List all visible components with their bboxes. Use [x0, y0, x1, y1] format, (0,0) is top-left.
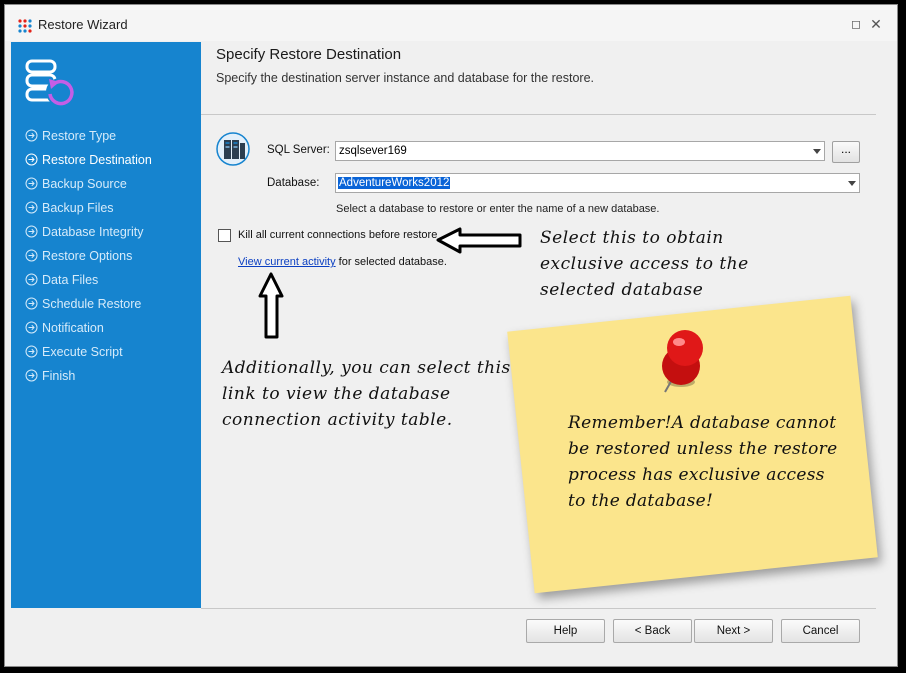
- sql-server-combo[interactable]: zsqlsever169: [335, 141, 825, 161]
- database-combo[interactable]: AdventureWorks2012: [335, 173, 860, 193]
- close-button[interactable]: ✕: [869, 17, 883, 31]
- sticky-note-text: Remember!A database cannot be restored u…: [568, 413, 838, 511]
- arrow-circle-icon: [25, 321, 38, 334]
- app-logo-icon: [18, 19, 32, 33]
- activity-suffix: for selected database.: [335, 256, 447, 268]
- header-divider: [201, 114, 876, 115]
- link-annotation: Additionally, you can select this link t…: [222, 358, 511, 430]
- database-value: AdventureWorks2012: [338, 177, 451, 189]
- window-title: Restore Wizard: [38, 17, 128, 32]
- help-button[interactable]: Help: [526, 619, 605, 643]
- database-label: Database:: [267, 177, 320, 189]
- arrow-circle-icon: [25, 249, 38, 262]
- arrow-circle-icon: [25, 225, 38, 238]
- nav-item-data-files[interactable]: Data Files: [25, 271, 152, 295]
- sql-server-icon: [216, 132, 250, 166]
- nav-label: Backup Files: [42, 201, 114, 215]
- arrow-circle-icon: [25, 201, 38, 214]
- nav-item-finish[interactable]: Finish: [25, 367, 152, 391]
- activity-row: View current activity for selected datab…: [238, 256, 447, 268]
- nav-item-notification[interactable]: Notification: [25, 319, 152, 343]
- cancel-button[interactable]: Cancel: [781, 619, 860, 643]
- nav-label: Backup Source: [42, 177, 127, 191]
- title-bar: Restore Wizard ◻ ✕: [5, 5, 897, 41]
- nav-item-restore-type[interactable]: Restore Type: [25, 127, 152, 151]
- sql-server-value: zsqlsever169: [339, 145, 407, 157]
- dropdown-arrow-icon[interactable]: [813, 149, 821, 154]
- nav-item-backup-files[interactable]: Backup Files: [25, 199, 152, 223]
- sql-server-label: SQL Server:: [267, 144, 330, 156]
- browse-server-button[interactable]: ...: [832, 141, 860, 163]
- page-title: Specify Restore Destination: [216, 46, 402, 63]
- arrow-circle-icon: [25, 297, 38, 310]
- back-button[interactable]: < Back: [613, 619, 692, 643]
- arrow-circle-icon: [25, 177, 38, 190]
- wizard-sidebar: Restore Type Restore Destination Backup …: [11, 42, 201, 608]
- checkbox-annotation: Select this to obtain exclusive access t…: [540, 228, 749, 300]
- restore-database-icon: [25, 59, 74, 106]
- view-current-activity-link[interactable]: View current activity: [238, 256, 336, 268]
- nav-label: Restore Type: [42, 129, 117, 143]
- nav-item-schedule-restore[interactable]: Schedule Restore: [25, 295, 152, 319]
- kill-connections-checkbox[interactable]: [218, 229, 231, 242]
- nav-item-restore-options[interactable]: Restore Options: [25, 247, 152, 271]
- dropdown-arrow-icon[interactable]: [848, 181, 856, 186]
- arrow-circle-icon: [25, 129, 38, 142]
- maximize-button[interactable]: ◻: [849, 17, 863, 31]
- arrow-circle-icon: [25, 273, 38, 286]
- arrow-circle-icon: [25, 345, 38, 358]
- nav-label: Data Files: [42, 273, 99, 287]
- nav-label: Restore Options: [42, 249, 133, 263]
- nav-label: Schedule Restore: [42, 297, 142, 311]
- nav-label: Finish: [42, 369, 76, 383]
- nav-label: Restore Destination: [42, 153, 152, 167]
- nav-item-restore-destination[interactable]: Restore Destination: [25, 151, 152, 175]
- nav-label: Database Integrity: [42, 225, 144, 239]
- database-hint: Select a database to restore or enter th…: [336, 203, 660, 215]
- arrow-circle-icon: [25, 153, 38, 166]
- page-subtitle: Specify the destination server instance …: [216, 71, 595, 85]
- pushpin-icon: [662, 330, 703, 393]
- nav-label: Notification: [42, 321, 104, 335]
- nav-item-backup-source[interactable]: Backup Source: [25, 175, 152, 199]
- wizard-steps: Restore Type Restore Destination Backup …: [25, 127, 152, 391]
- nav-item-execute-script[interactable]: Execute Script: [25, 343, 152, 367]
- footer-divider: [201, 608, 876, 609]
- arrow-circle-icon: [25, 369, 38, 382]
- next-button[interactable]: Next >: [694, 619, 773, 643]
- kill-connections-label[interactable]: Kill all current connections before rest…: [238, 229, 437, 241]
- nav-item-database-integrity[interactable]: Database Integrity: [25, 223, 152, 247]
- nav-label: Execute Script: [42, 345, 123, 359]
